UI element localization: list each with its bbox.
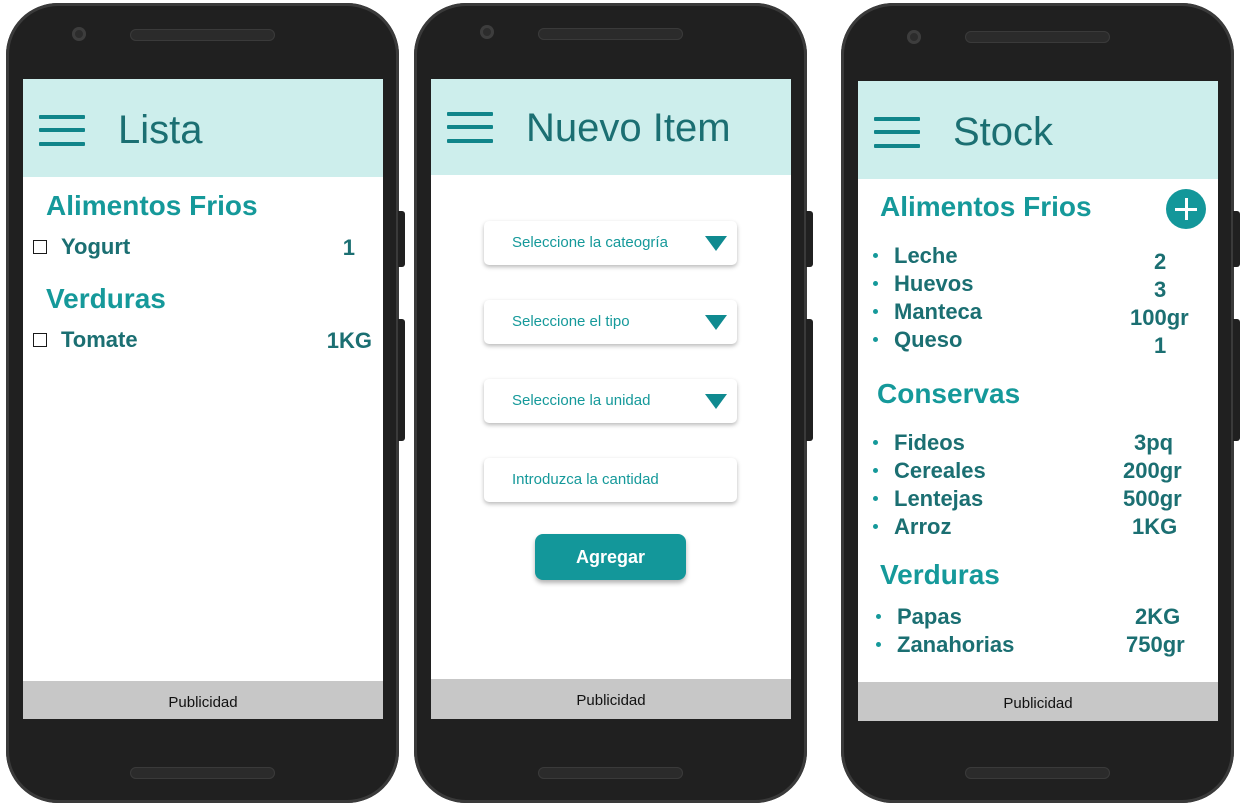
list-item-qty: 3pq: [1134, 430, 1174, 455]
front-camera: [480, 25, 494, 39]
category-select-placeholder: Seleccione la cateogría: [512, 234, 668, 251]
list-item-name: Arroz: [894, 514, 952, 539]
list-item-name: Fideos: [894, 430, 965, 455]
bullet-icon: [873, 496, 878, 501]
bullet-icon: [873, 468, 878, 473]
hamburger-menu-icon[interactable]: [447, 112, 493, 144]
item-checkbox-yogurt[interactable]: [33, 240, 47, 254]
list-item-qty: 100gr: [1130, 305, 1189, 330]
list-item-name: Cereales: [894, 458, 986, 483]
triangle-down-icon[interactable]: [705, 394, 727, 409]
front-camera: [72, 27, 86, 41]
phone-frame-lista: Lista Alimentos Frios Yogurt 1 Verduras …: [6, 3, 405, 803]
add-item-plus-icon[interactable]: [1166, 189, 1206, 229]
page-title: Nuevo Item: [526, 106, 731, 150]
list-item-name: Papas: [897, 604, 962, 629]
section-title-verduras: Verduras: [880, 559, 1000, 590]
screen-stock: Stock Alimentos Frios Leche 2 Huevos 3 M…: [858, 81, 1218, 721]
bottom-speaker: [130, 767, 275, 779]
list-item-qty: 3: [1154, 277, 1167, 302]
volume-button: [806, 211, 813, 267]
list-item-name: Tomate: [61, 327, 138, 352]
earpiece-speaker: [130, 29, 275, 41]
app-bar: Lista: [23, 79, 383, 177]
triangle-down-icon[interactable]: [705, 315, 727, 330]
list-item-qty: 1: [342, 235, 355, 260]
power-button: [398, 319, 405, 441]
page-title: Lista: [118, 108, 203, 152]
power-button: [1233, 319, 1240, 441]
list-item-qty: 1: [1154, 333, 1167, 358]
list-item-name: Manteca: [894, 299, 983, 324]
list-item-qty: 500gr: [1123, 486, 1182, 511]
app-bar: Stock: [858, 81, 1218, 179]
list-item-name: Leche: [894, 243, 958, 268]
bullet-icon: [873, 281, 878, 286]
phone-frame-nuevo-item: Nuevo Item Seleccione la cateogría Selec…: [414, 3, 813, 803]
front-camera: [907, 30, 921, 44]
bullet-icon: [873, 253, 878, 258]
unit-select-placeholder: Seleccione la unidad: [512, 392, 651, 409]
screen-nuevo-item: Nuevo Item Seleccione la cateogría Selec…: [431, 79, 791, 719]
volume-button: [398, 211, 405, 267]
volume-button: [1233, 211, 1240, 267]
list-item-qty: 750gr: [1126, 632, 1185, 657]
list-item-qty: 2: [1154, 249, 1167, 274]
earpiece-speaker: [538, 28, 683, 40]
quantity-input[interactable]: Introduzca la cantidad: [484, 458, 737, 502]
list-item-qty: 1KG: [1132, 514, 1178, 539]
bullet-icon: [873, 524, 878, 529]
type-select[interactable]: Seleccione el tipo: [484, 300, 737, 344]
section-title-conservas: Conservas: [877, 378, 1021, 409]
power-button: [806, 319, 813, 441]
hamburger-menu-icon[interactable]: [874, 117, 920, 149]
quantity-input-placeholder: Introduzca la cantidad: [512, 471, 659, 488]
bottom-speaker: [538, 767, 683, 779]
list-item-qty: 200gr: [1123, 458, 1182, 483]
unit-select[interactable]: Seleccione la unidad: [484, 379, 737, 423]
bullet-icon: [873, 309, 878, 314]
list-item-name: Yogurt: [61, 234, 131, 259]
page-title: Stock: [953, 110, 1054, 154]
ad-banner[interactable]: Publicidad: [23, 681, 383, 719]
bullet-icon: [876, 642, 881, 647]
triangle-down-icon[interactable]: [705, 236, 727, 251]
list-item-name: Queso: [894, 327, 963, 352]
bullet-icon: [876, 614, 881, 619]
earpiece-speaker: [965, 31, 1110, 43]
list-item-name: Huevos: [894, 271, 974, 296]
list-item-name: Zanahorias: [897, 632, 1015, 657]
section-title-alimentos-frios: Alimentos Frios: [880, 191, 1092, 222]
list-item-qty: 1KG: [326, 328, 372, 353]
ad-banner[interactable]: Publicidad: [858, 682, 1218, 721]
section-title-alimentos-frios: Alimentos Frios: [46, 190, 258, 221]
type-select-placeholder: Seleccione el tipo: [512, 313, 630, 330]
category-select[interactable]: Seleccione la cateogría: [484, 221, 737, 265]
bullet-icon: [873, 337, 878, 342]
screen-lista: Lista Alimentos Frios Yogurt 1 Verduras …: [23, 79, 383, 719]
section-title-verduras: Verduras: [46, 283, 166, 314]
phone-frame-stock: Stock Alimentos Frios Leche 2 Huevos 3 M…: [841, 3, 1240, 803]
bottom-speaker: [965, 767, 1110, 779]
list-item-name: Lentejas: [894, 486, 984, 511]
bullet-icon: [873, 440, 878, 445]
agregar-button[interactable]: Agregar: [535, 534, 686, 580]
item-checkbox-tomate[interactable]: [33, 333, 47, 347]
app-bar: Nuevo Item: [431, 79, 791, 175]
list-item-qty: 2KG: [1135, 604, 1181, 629]
hamburger-menu-icon[interactable]: [39, 115, 85, 147]
ad-banner[interactable]: Publicidad: [431, 679, 791, 719]
